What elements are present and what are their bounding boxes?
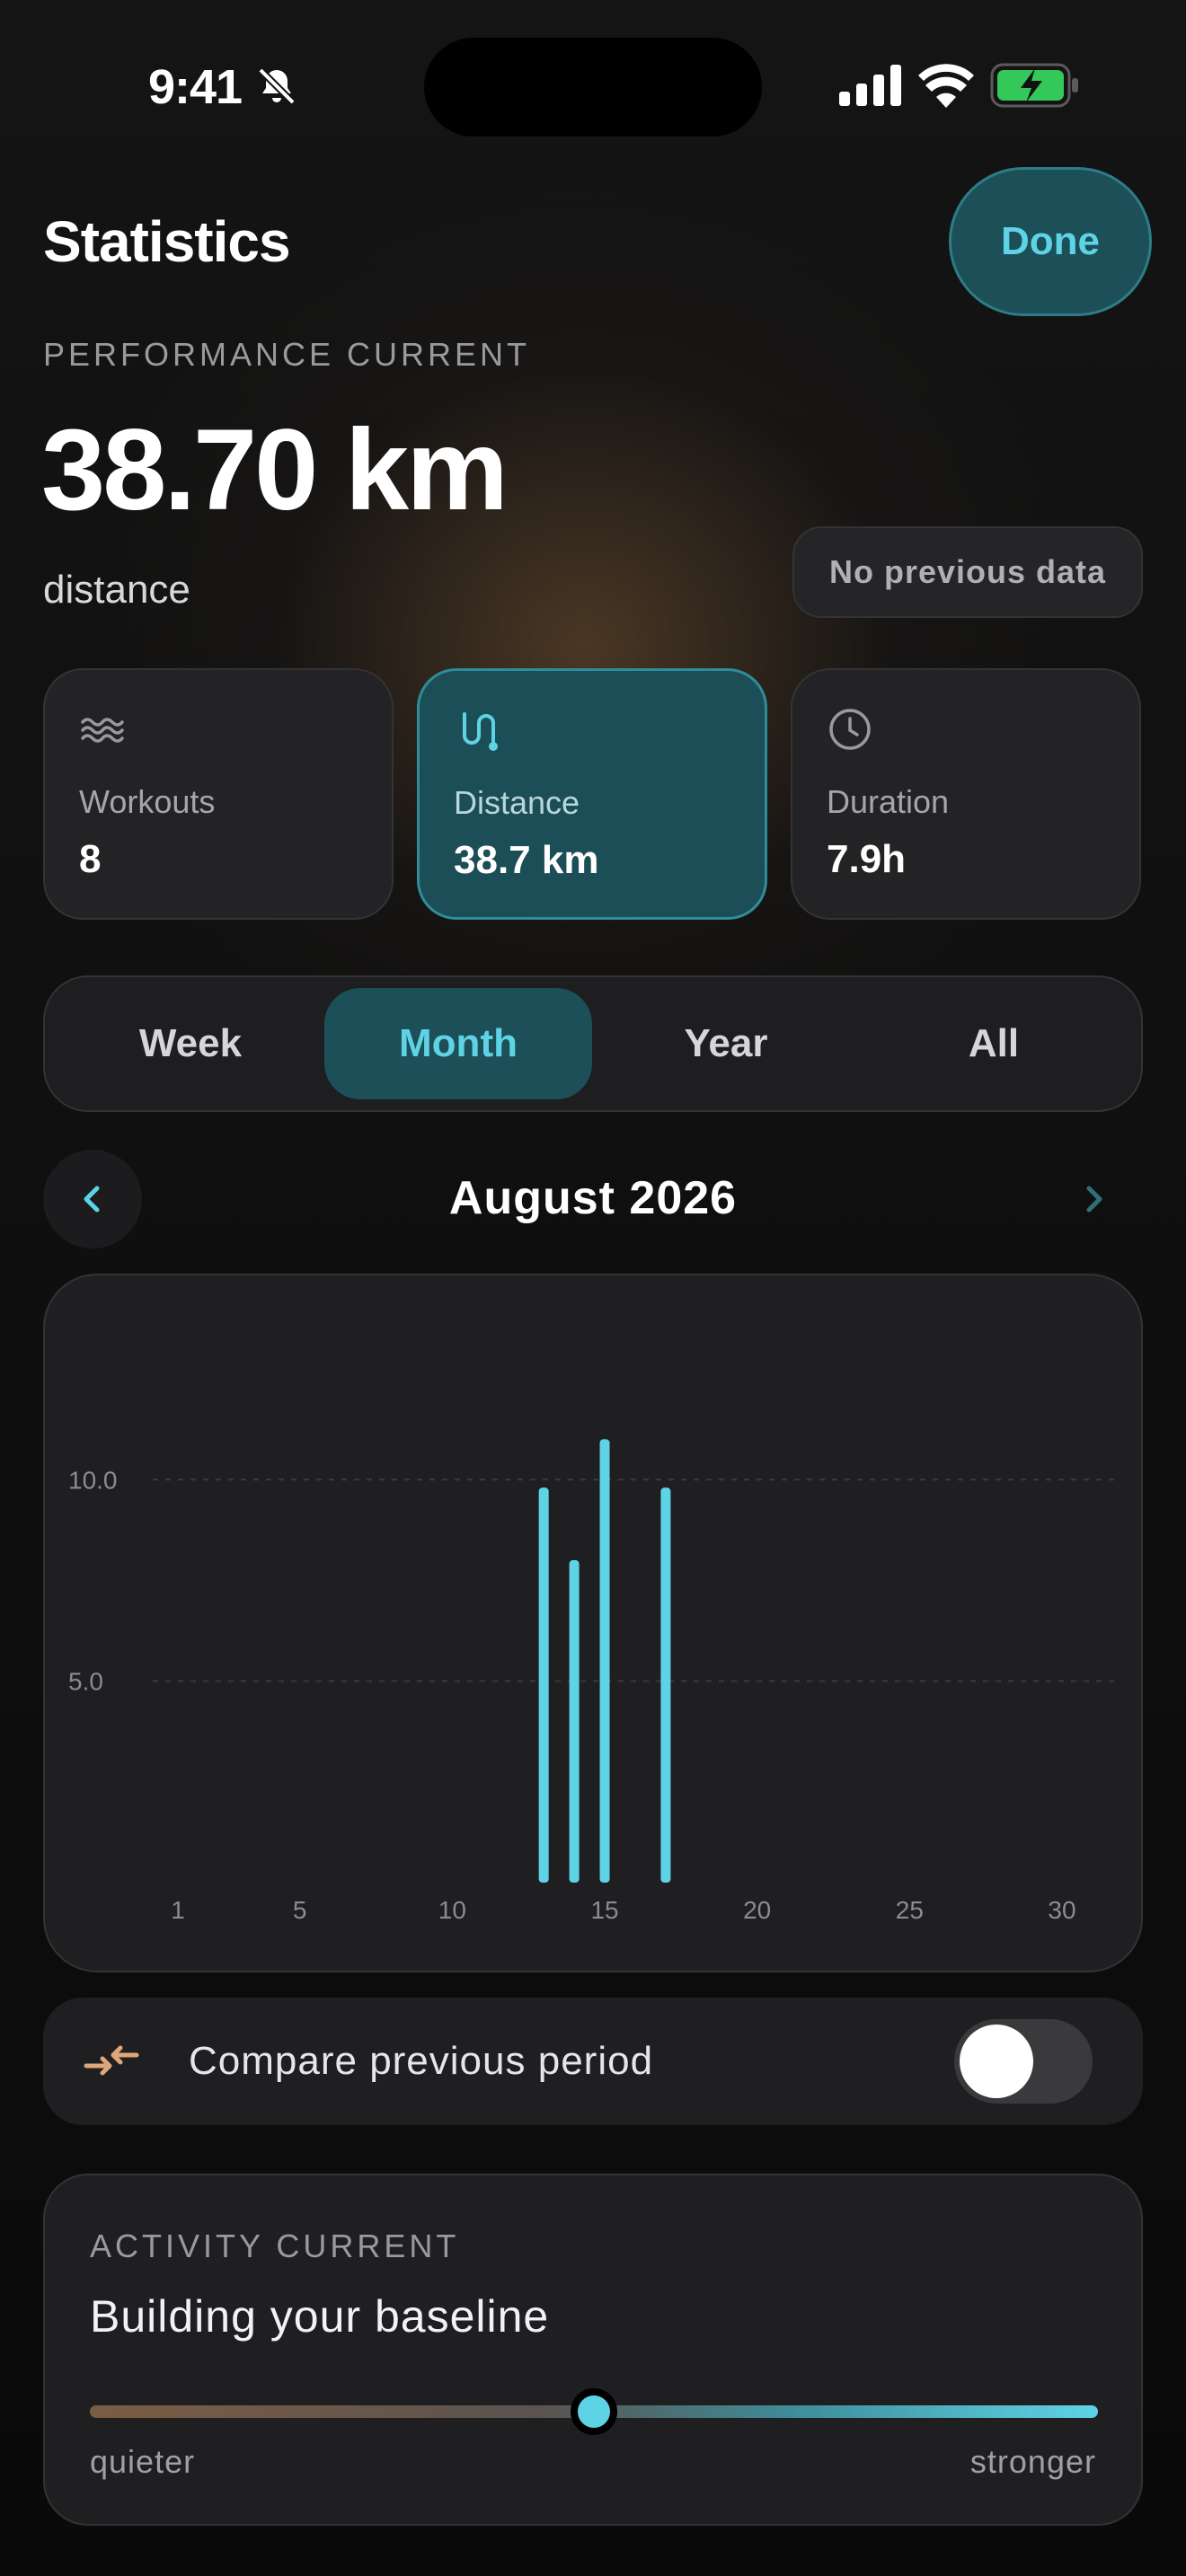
period-tab-week[interactable]: Week	[57, 988, 324, 1099]
compare-toggle[interactable]	[954, 2019, 1093, 2104]
metric-card-workouts[interactable]: Workouts 8	[43, 668, 394, 920]
chart-x-tick-label: 30	[1048, 1896, 1075, 1924]
activity-max-label: stronger	[969, 2443, 1096, 2480]
chart-bar[interactable]	[599, 1439, 610, 1883]
metric-card-label: Distance	[454, 784, 580, 821]
metric-card-value: 7.9h	[827, 837, 907, 881]
chart-x-axis: 1 5 10 15 20 25 30	[171, 1896, 1075, 1924]
month-title: August 2026	[448, 1172, 738, 1224]
chart-y-tick-label: 5.0	[68, 1668, 103, 1696]
performance-metric-label: distance	[43, 568, 190, 612]
metric-card-value: 38.7 km	[454, 838, 599, 882]
period-tab-year[interactable]: Year	[592, 988, 860, 1099]
chart-x-tick-label: 5	[293, 1896, 307, 1924]
cellular-signal-icon	[839, 65, 901, 106]
metric-card-duration[interactable]: Duration 7.9h	[791, 668, 1141, 920]
chart-x-tick-label: 15	[590, 1896, 618, 1924]
page-title: Statistics	[43, 209, 291, 274]
metric-card-label: Workouts	[79, 783, 216, 820]
status-time: 9:41	[148, 60, 243, 114]
chart-x-tick-label: 20	[743, 1896, 771, 1924]
distance-chart-card: 1 5 10 15 20 25 30 10.0 5.0	[43, 1274, 1143, 1972]
chart-bar[interactable]	[569, 1560, 580, 1883]
dynamic-island	[424, 38, 762, 137]
compare-label: Compare previous period	[189, 2039, 654, 2083]
chart-x-tick-label: 25	[896, 1896, 924, 1924]
chart-y-axis: 10.0 5.0	[68, 1466, 118, 1695]
chevron-right-icon	[1086, 1186, 1102, 1213]
period-tab-month[interactable]: Month	[324, 988, 592, 1099]
bell-muted-icon	[258, 67, 296, 105]
performance-section-label: PERFORMANCE CURRENT	[43, 336, 531, 373]
compare-arrows-icon	[84, 2045, 139, 2076]
activity-min-label: quieter	[90, 2443, 196, 2480]
chart-grid	[153, 1478, 1114, 1682]
next-month-button[interactable]	[1044, 1150, 1143, 1248]
chart-bars	[538, 1439, 671, 1883]
metric-card-distance[interactable]: Distance 38.7 km	[417, 668, 767, 920]
metric-card-label: Duration	[827, 783, 950, 820]
wifi-icon	[918, 64, 974, 108]
activity-level-indicator	[571, 2388, 617, 2435]
distance-chart: 1 5 10 15 20 25 30 10.05.0	[68, 1439, 1114, 1924]
clock-icon	[829, 709, 871, 750]
waves-icon	[81, 718, 124, 743]
chart-x-tick-label: 10	[438, 1896, 466, 1924]
performance-value: 38.70 km	[41, 406, 509, 534]
metric-card-value: 8	[79, 837, 102, 881]
period-selector: Week Month Year All	[43, 975, 1143, 1112]
battery-charging-icon	[990, 63, 1078, 108]
activity-section-label: ACTIVITY CURRENT	[90, 2228, 460, 2264]
chart-bar[interactable]	[660, 1487, 671, 1883]
done-button[interactable]: Done	[949, 167, 1152, 316]
toggle-knob	[960, 2025, 1033, 2098]
chart-x-tick-label: 1	[171, 1896, 185, 1924]
chart-y-tick-label: 10.0	[68, 1466, 118, 1494]
comparison-badge: No previous data	[792, 526, 1143, 618]
period-tab-all[interactable]: All	[860, 988, 1128, 1099]
route-icon	[463, 712, 498, 751]
chart-bar[interactable]	[538, 1487, 549, 1883]
activity-title: Building your baseline	[90, 2291, 550, 2342]
